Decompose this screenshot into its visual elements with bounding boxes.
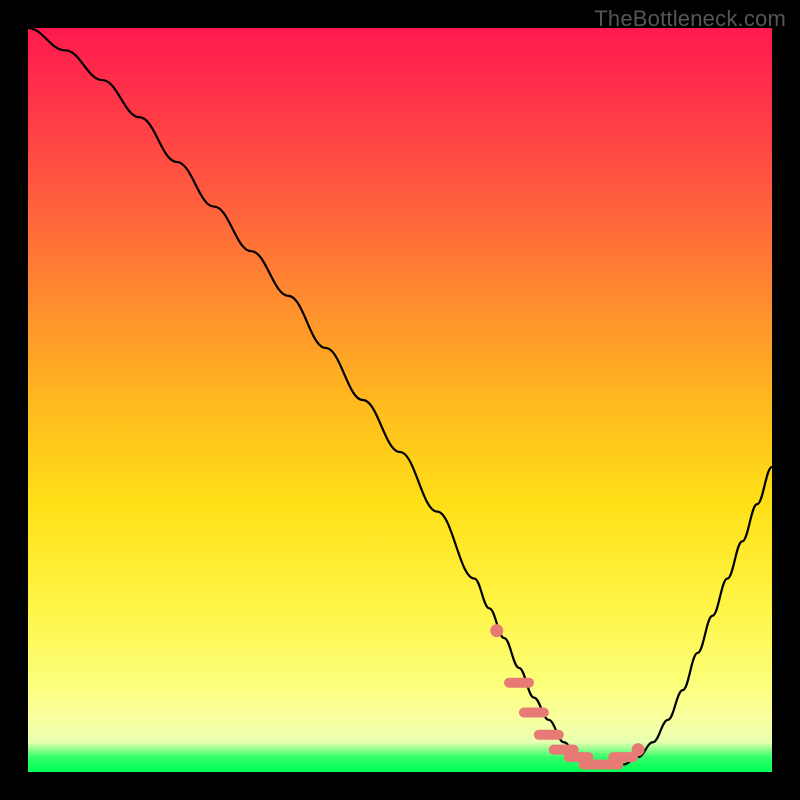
highlight-dot: [490, 624, 503, 637]
bottleneck-curve: [28, 28, 772, 765]
plot-area: [28, 28, 772, 772]
curve-layer: [28, 28, 772, 772]
chart-frame: TheBottleneck.com: [0, 0, 800, 800]
